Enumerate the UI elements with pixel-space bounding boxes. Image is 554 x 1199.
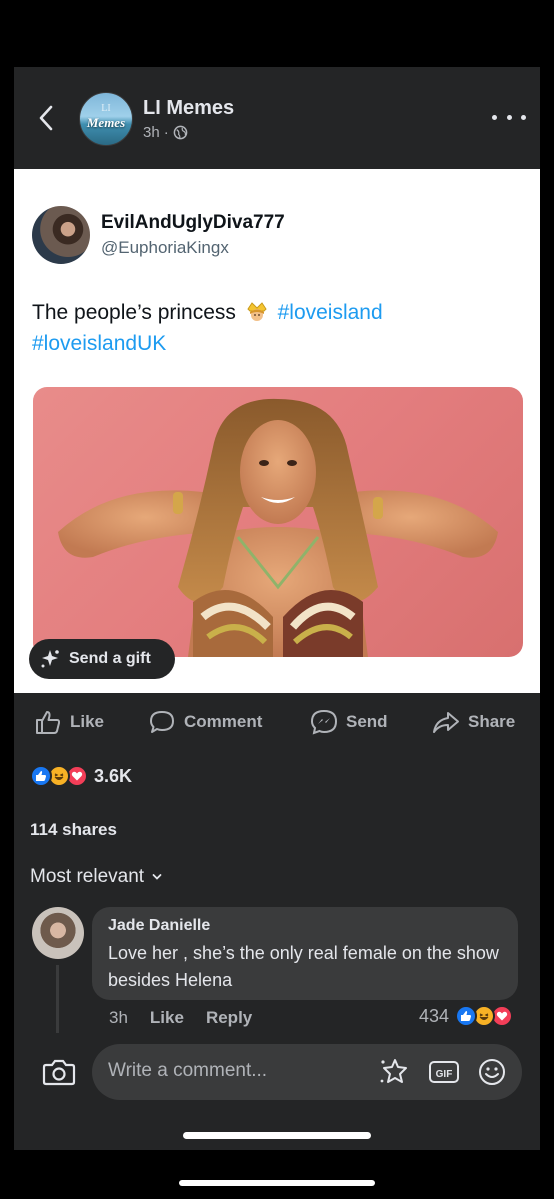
comment-bubble-icon <box>150 711 174 733</box>
more-dot-icon <box>492 114 497 120</box>
tweet-display-name: EvilAndUglyDiva777 <box>101 212 285 233</box>
comment-author[interactable]: Jade Danielle <box>108 917 210 935</box>
comment-bubble[interactable]: Jade Danielle Love her , she’s the only … <box>92 907 518 1000</box>
more-options-button[interactable] <box>492 107 526 127</box>
more-dot-icon <box>521 114 526 120</box>
chevron-left-icon <box>39 105 53 131</box>
thumbs-up-icon <box>36 711 61 734</box>
tweet-screenshot-card[interactable]: EvilAndUglyDiva777 @EuphoriaKingx The pe… <box>14 169 540 693</box>
send-gift-button[interactable]: Send a gift <box>29 639 175 679</box>
page-logo-li: LI <box>101 103 111 114</box>
send-button[interactable]: Send <box>310 702 388 742</box>
send-label: Send <box>346 712 388 731</box>
like-label: Like <box>70 712 105 731</box>
globe-icon <box>173 125 188 140</box>
tweet-author-avatar <box>32 206 90 264</box>
page-avatar[interactable]: LI Memes <box>79 92 133 146</box>
like-reaction-icon <box>30 765 52 787</box>
camera-button[interactable] <box>42 1057 76 1087</box>
page-logo-text: Memes <box>86 115 126 130</box>
like-reaction-icon <box>455 1005 478 1027</box>
comment-meta: 3h Like Reply <box>109 1008 252 1028</box>
share-arrow-icon <box>433 712 459 733</box>
woman-portrait-image <box>58 398 498 657</box>
gif-label: GIF <box>436 1069 453 1080</box>
comment-thread-line <box>56 965 59 1033</box>
comment-time[interactable]: 3h <box>109 1008 128 1028</box>
post-header: LI Memes LI Memes 3h · <box>14 67 540 162</box>
hashtag-loveisland[interactable]: #loveisland <box>278 301 383 324</box>
home-indicator[interactable] <box>183 1132 371 1139</box>
princess-crown-icon <box>247 302 267 321</box>
messenger-icon <box>310 709 338 735</box>
post-screen: LI Memes LI Memes 3h · EvilAndUglyDiva77… <box>14 67 540 1150</box>
more-dot-icon <box>506 114 512 120</box>
gif-icon: GIF <box>429 1061 459 1083</box>
gift-sparkle-icon <box>41 650 59 668</box>
tweet-text: The people’s princess #loveisland #lovei… <box>32 297 522 359</box>
comment-reaction-count: 434 <box>419 1005 450 1026</box>
like-button[interactable]: Like <box>34 702 104 742</box>
share-label: Share <box>468 712 516 731</box>
send-gift-label: Send a gift <box>69 650 151 667</box>
comment-button[interactable]: Comment <box>148 702 262 742</box>
comment-text: Love her , she’s the only real female on… <box>108 943 499 990</box>
post-meta: 3h · <box>143 124 188 141</box>
meta-separator: · <box>163 124 169 141</box>
post-time[interactable]: 3h <box>143 124 160 141</box>
comment-like-button[interactable]: Like <box>150 1008 184 1028</box>
sort-label: Most relevant <box>30 866 145 887</box>
comment-label: Comment <box>184 712 263 731</box>
back-button[interactable] <box>34 103 58 133</box>
screen-bottom-bar <box>179 1180 375 1186</box>
comment-reactions[interactable]: 434 <box>419 1005 514 1027</box>
post-action-bar: Like Comment Send Share <box>14 702 540 742</box>
page-name[interactable]: LI Memes <box>143 97 234 120</box>
gif-button[interactable]: GIF <box>428 1057 460 1087</box>
chevron-down-icon <box>152 874 162 880</box>
tweet-handle: @EuphoriaKingx <box>101 238 229 257</box>
camera-icon <box>42 1059 76 1086</box>
share-button[interactable]: Share <box>432 702 515 742</box>
tweet-body: The people’s princess <box>32 301 236 324</box>
tweet-photo[interactable] <box>33 387 523 657</box>
comment-sort-dropdown[interactable]: Most relevant <box>30 866 162 888</box>
reaction-count: 3.6K <box>94 765 133 786</box>
hashtag-loveislanduk[interactable]: #loveislandUK <box>32 332 166 355</box>
composer-placeholder: Write a comment... <box>108 1060 268 1081</box>
commenter-avatar[interactable] <box>32 907 84 959</box>
comment-composer[interactable]: Write a comment... GIF <box>92 1044 522 1100</box>
comment-reply-button[interactable]: Reply <box>206 1008 252 1028</box>
avatar-sticker-icon[interactable] <box>378 1057 410 1087</box>
reaction-summary[interactable]: 3.6K <box>30 764 132 788</box>
shares-count[interactable]: 114 shares <box>30 820 117 840</box>
emoji-icon[interactable] <box>476 1057 508 1087</box>
